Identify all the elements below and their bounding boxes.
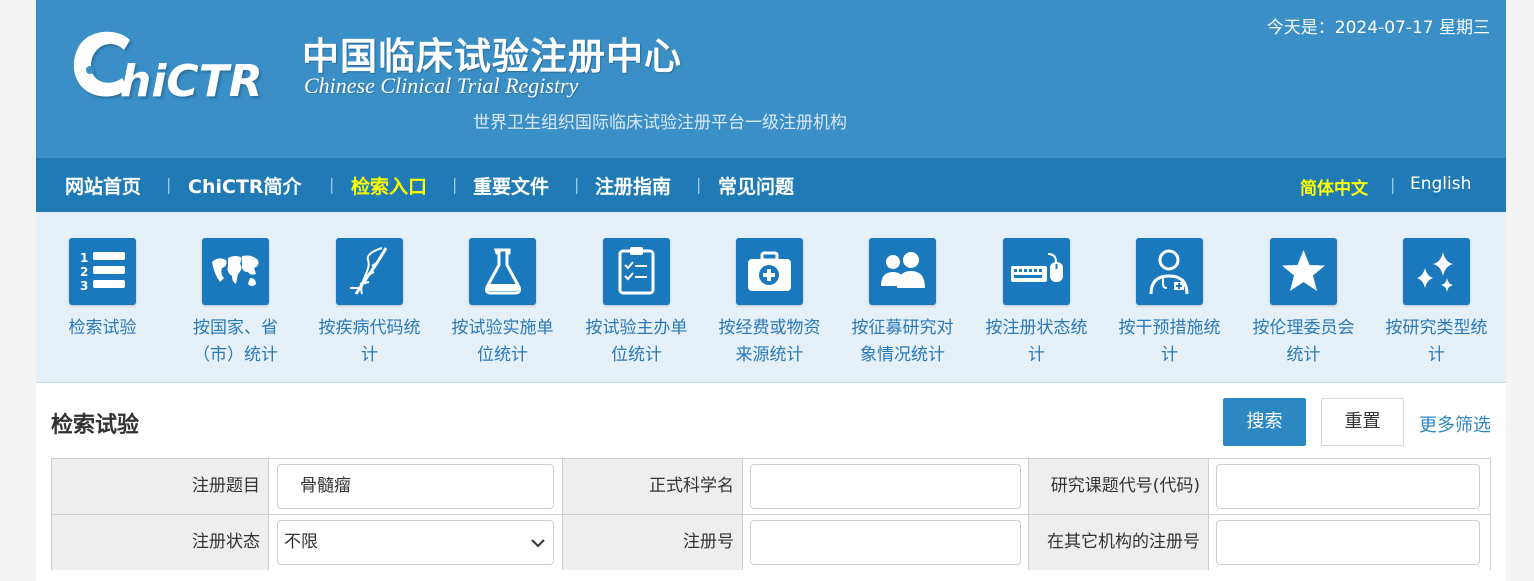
main-nav: 网站首页 | ChiCTR简介 | 检索入口 | 重要文件 | 注册指南 | 常… bbox=[36, 158, 1506, 212]
category-label[interactable]: 位统计 bbox=[570, 342, 703, 369]
medical-kit-icon[interactable] bbox=[736, 238, 803, 305]
current-date: 今天是：2024-07-17 星期三 bbox=[1266, 18, 1490, 38]
chictr-logo[interactable]: hiCTR bbox=[66, 22, 316, 108]
category-label[interactable]: 来源统计 bbox=[703, 342, 836, 369]
site-title-cn: 中国临床试验注册中心 bbox=[302, 34, 682, 78]
lang-english-link[interactable]: English bbox=[1410, 174, 1471, 194]
svg-text:3: 3 bbox=[80, 279, 88, 293]
people-icon[interactable] bbox=[869, 238, 936, 305]
field-label-status: 注册状态 bbox=[52, 515, 269, 570]
reset-button[interactable]: 重置 bbox=[1321, 398, 1404, 446]
other-reg-input[interactable] bbox=[1216, 520, 1480, 565]
category-label[interactable]: 计 bbox=[970, 342, 1103, 369]
category-label[interactable]: 计 bbox=[303, 342, 436, 369]
category-label[interactable]: 按注册状态统 bbox=[970, 315, 1103, 342]
category-label[interactable]: 按经费或物资 bbox=[703, 315, 836, 342]
search-form: 注册题目 骨髓瘤 正式科学名 研究课题代号(代码) 注册状态 不限 注册号 在其 bbox=[51, 458, 1491, 570]
status-select-value[interactable]: 不限 bbox=[284, 532, 318, 552]
category-label[interactable]: 计 bbox=[1103, 342, 1236, 369]
site-title-en: Chinese Clinical Trial Registry bbox=[304, 73, 579, 98]
section-title: 检索试验 bbox=[51, 413, 140, 438]
project-code-input[interactable] bbox=[1216, 464, 1480, 509]
field-label-reg-no: 注册号 bbox=[563, 515, 743, 570]
site-subtitle: 世界卫生组织国际临床试验注册平台一级注册机构 bbox=[473, 113, 847, 133]
category-label[interactable]: 按试验实施单 bbox=[436, 315, 569, 342]
nav-separator: | bbox=[166, 175, 172, 194]
flask-icon[interactable] bbox=[469, 238, 536, 305]
nav-item-about[interactable]: ChiCTR简介 bbox=[188, 172, 302, 199]
star-icon[interactable] bbox=[1270, 238, 1337, 305]
category-label[interactable]: 象情况统计 bbox=[836, 342, 969, 369]
doctor-icon[interactable] bbox=[1136, 238, 1203, 305]
field-cell: 不限 bbox=[269, 515, 563, 570]
sci-name-input[interactable] bbox=[750, 464, 1021, 509]
clipboard-icon[interactable] bbox=[603, 238, 670, 305]
nav-item-faq[interactable]: 常见问题 bbox=[718, 172, 794, 199]
nav-item-search-entry[interactable]: 检索入口 bbox=[351, 172, 427, 199]
field-cell bbox=[743, 459, 1029, 514]
category-label[interactable]: 计 bbox=[1370, 342, 1503, 369]
category-label[interactable]: 按疾病代码统 bbox=[303, 315, 436, 342]
reg-title-input[interactable]: 骨髓瘤 bbox=[277, 464, 554, 509]
nav-separator: | bbox=[452, 175, 458, 194]
nav-separator: | bbox=[329, 175, 335, 194]
field-label-other-reg: 在其它机构的注册号 bbox=[1029, 515, 1209, 570]
field-label-sci-name: 正式科学名 bbox=[563, 459, 743, 514]
search-button[interactable]: 搜索 bbox=[1223, 398, 1306, 446]
field-label-reg-title: 注册题目 bbox=[52, 459, 269, 514]
nav-separator: | bbox=[696, 175, 702, 194]
site-banner: 今天是：2024-07-17 星期三 hiCTR 中国临床试验注册中心 Chin… bbox=[36, 0, 1506, 158]
svg-text:1: 1 bbox=[80, 251, 88, 265]
category-label[interactable]: 按研究类型统 bbox=[1370, 315, 1503, 342]
nav-item-guide[interactable]: 注册指南 bbox=[595, 172, 671, 199]
category-label[interactable]: 位统计 bbox=[436, 342, 569, 369]
category-bar: 1 2 3 检索试验 按国家、省 （市）统计 按疾病代码统 计 按试验实施单 位… bbox=[36, 212, 1506, 383]
page-container: 今天是：2024-07-17 星期三 hiCTR 中国临床试验注册中心 Chin… bbox=[36, 0, 1506, 581]
nav-item-home[interactable]: 网站首页 bbox=[65, 172, 141, 199]
lang-separator: | bbox=[1390, 175, 1396, 194]
list-icon[interactable]: 1 2 3 bbox=[69, 238, 136, 305]
category-label[interactable]: 按国家、省 bbox=[169, 315, 302, 342]
nav-item-documents[interactable]: 重要文件 bbox=[473, 172, 549, 199]
category-label[interactable]: 按试验主办单 bbox=[570, 315, 703, 342]
svg-text:2: 2 bbox=[80, 265, 88, 279]
category-label[interactable]: 按干预措施统 bbox=[1103, 315, 1236, 342]
field-cell bbox=[1209, 459, 1490, 514]
category-label[interactable]: 按伦理委员会 bbox=[1237, 315, 1370, 342]
category-label[interactable]: （市）统计 bbox=[169, 342, 302, 369]
chevron-down-icon[interactable] bbox=[529, 534, 547, 552]
field-cell bbox=[743, 515, 1029, 570]
sparkle-icon[interactable] bbox=[1403, 238, 1470, 305]
world-map-icon[interactable] bbox=[202, 238, 269, 305]
field-label-project-code: 研究课题代号(代码) bbox=[1029, 459, 1209, 514]
svg-text:hiCTR: hiCTR bbox=[120, 56, 263, 107]
category-label[interactable]: 按征募研究对 bbox=[836, 315, 969, 342]
field-cell: 骨髓瘤 bbox=[269, 459, 563, 514]
more-filters-link[interactable]: 更多筛选 bbox=[1419, 411, 1491, 437]
dna-icon[interactable] bbox=[336, 238, 403, 305]
keyboard-mouse-icon[interactable] bbox=[1003, 238, 1070, 305]
category-label[interactable]: 检索试验 bbox=[36, 315, 169, 342]
reg-no-input[interactable] bbox=[750, 520, 1021, 565]
status-select[interactable]: 不限 bbox=[277, 520, 554, 565]
nav-separator: | bbox=[574, 175, 580, 194]
field-cell bbox=[1209, 515, 1490, 570]
category-label[interactable]: 统计 bbox=[1237, 342, 1370, 369]
lang-chinese-link[interactable]: 简体中文 bbox=[1300, 174, 1368, 199]
